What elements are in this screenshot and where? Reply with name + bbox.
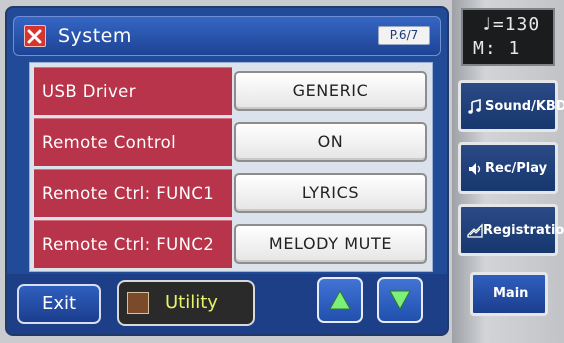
registration-button[interactable]: Registration	[458, 204, 564, 256]
setting-label: Remote Control	[34, 118, 232, 166]
registration-icon	[467, 223, 483, 239]
scroll-down-button[interactable]	[377, 277, 423, 323]
setting-row-remote-control: Remote Control ON	[34, 118, 430, 166]
page-indicator: P.6/7	[378, 26, 430, 45]
rec-play-label: Rec/Play	[485, 161, 548, 176]
setting-value-button[interactable]: ON	[234, 122, 427, 162]
measure-readout: M: 1	[473, 38, 521, 59]
system-panel: System P.6/7 USB Driver GENERIC Remote C…	[5, 6, 449, 336]
setting-label: Remote Ctrl: FUNC1	[34, 169, 232, 217]
registration-label: Registration	[483, 223, 564, 238]
system-icon	[24, 25, 46, 47]
triangle-up-icon	[329, 289, 351, 310]
page-title: System	[58, 25, 132, 47]
exit-button[interactable]: Exit	[17, 284, 101, 324]
rec-play-button[interactable]: Rec/Play	[458, 142, 558, 194]
side-panel: ♩=130 M: 1 Sound/KBD Rec/Play Registrati…	[452, 0, 564, 343]
utility-button[interactable]: Utility	[117, 280, 255, 326]
utility-label: Utility	[165, 292, 218, 313]
main-label: Main	[493, 286, 529, 301]
utility-icon	[127, 292, 149, 314]
sound-kbd-label: Sound/KBD	[485, 99, 564, 114]
setting-value-button[interactable]: LYRICS	[234, 173, 427, 213]
setting-row-usb-driver: USB Driver GENERIC	[34, 67, 430, 115]
screen-frame: System P.6/7 USB Driver GENERIC Remote C…	[0, 0, 564, 343]
setting-row-remote-func1: Remote Ctrl: FUNC1 LYRICS	[34, 169, 430, 217]
music-notes-icon	[467, 98, 483, 115]
tempo-readout: ♩=130	[481, 14, 541, 35]
sound-kbd-button[interactable]: Sound/KBD	[458, 80, 564, 132]
setting-label: USB Driver	[34, 67, 232, 115]
setting-label: Remote Ctrl: FUNC2	[34, 220, 232, 268]
speaker-icon	[467, 161, 483, 177]
title-bar: System P.6/7	[13, 16, 441, 56]
setting-row-remote-func2: Remote Ctrl: FUNC2 MELODY MUTE	[34, 220, 430, 268]
settings-list: USB Driver GENERIC Remote Control ON Rem…	[29, 62, 433, 272]
tempo-display: ♩=130 M: 1	[461, 8, 555, 66]
setting-value-button[interactable]: MELODY MUTE	[234, 224, 427, 264]
main-button[interactable]: Main	[470, 272, 548, 316]
scroll-up-button[interactable]	[317, 277, 363, 323]
triangle-down-icon	[389, 290, 411, 311]
setting-value-button[interactable]: GENERIC	[234, 71, 427, 111]
